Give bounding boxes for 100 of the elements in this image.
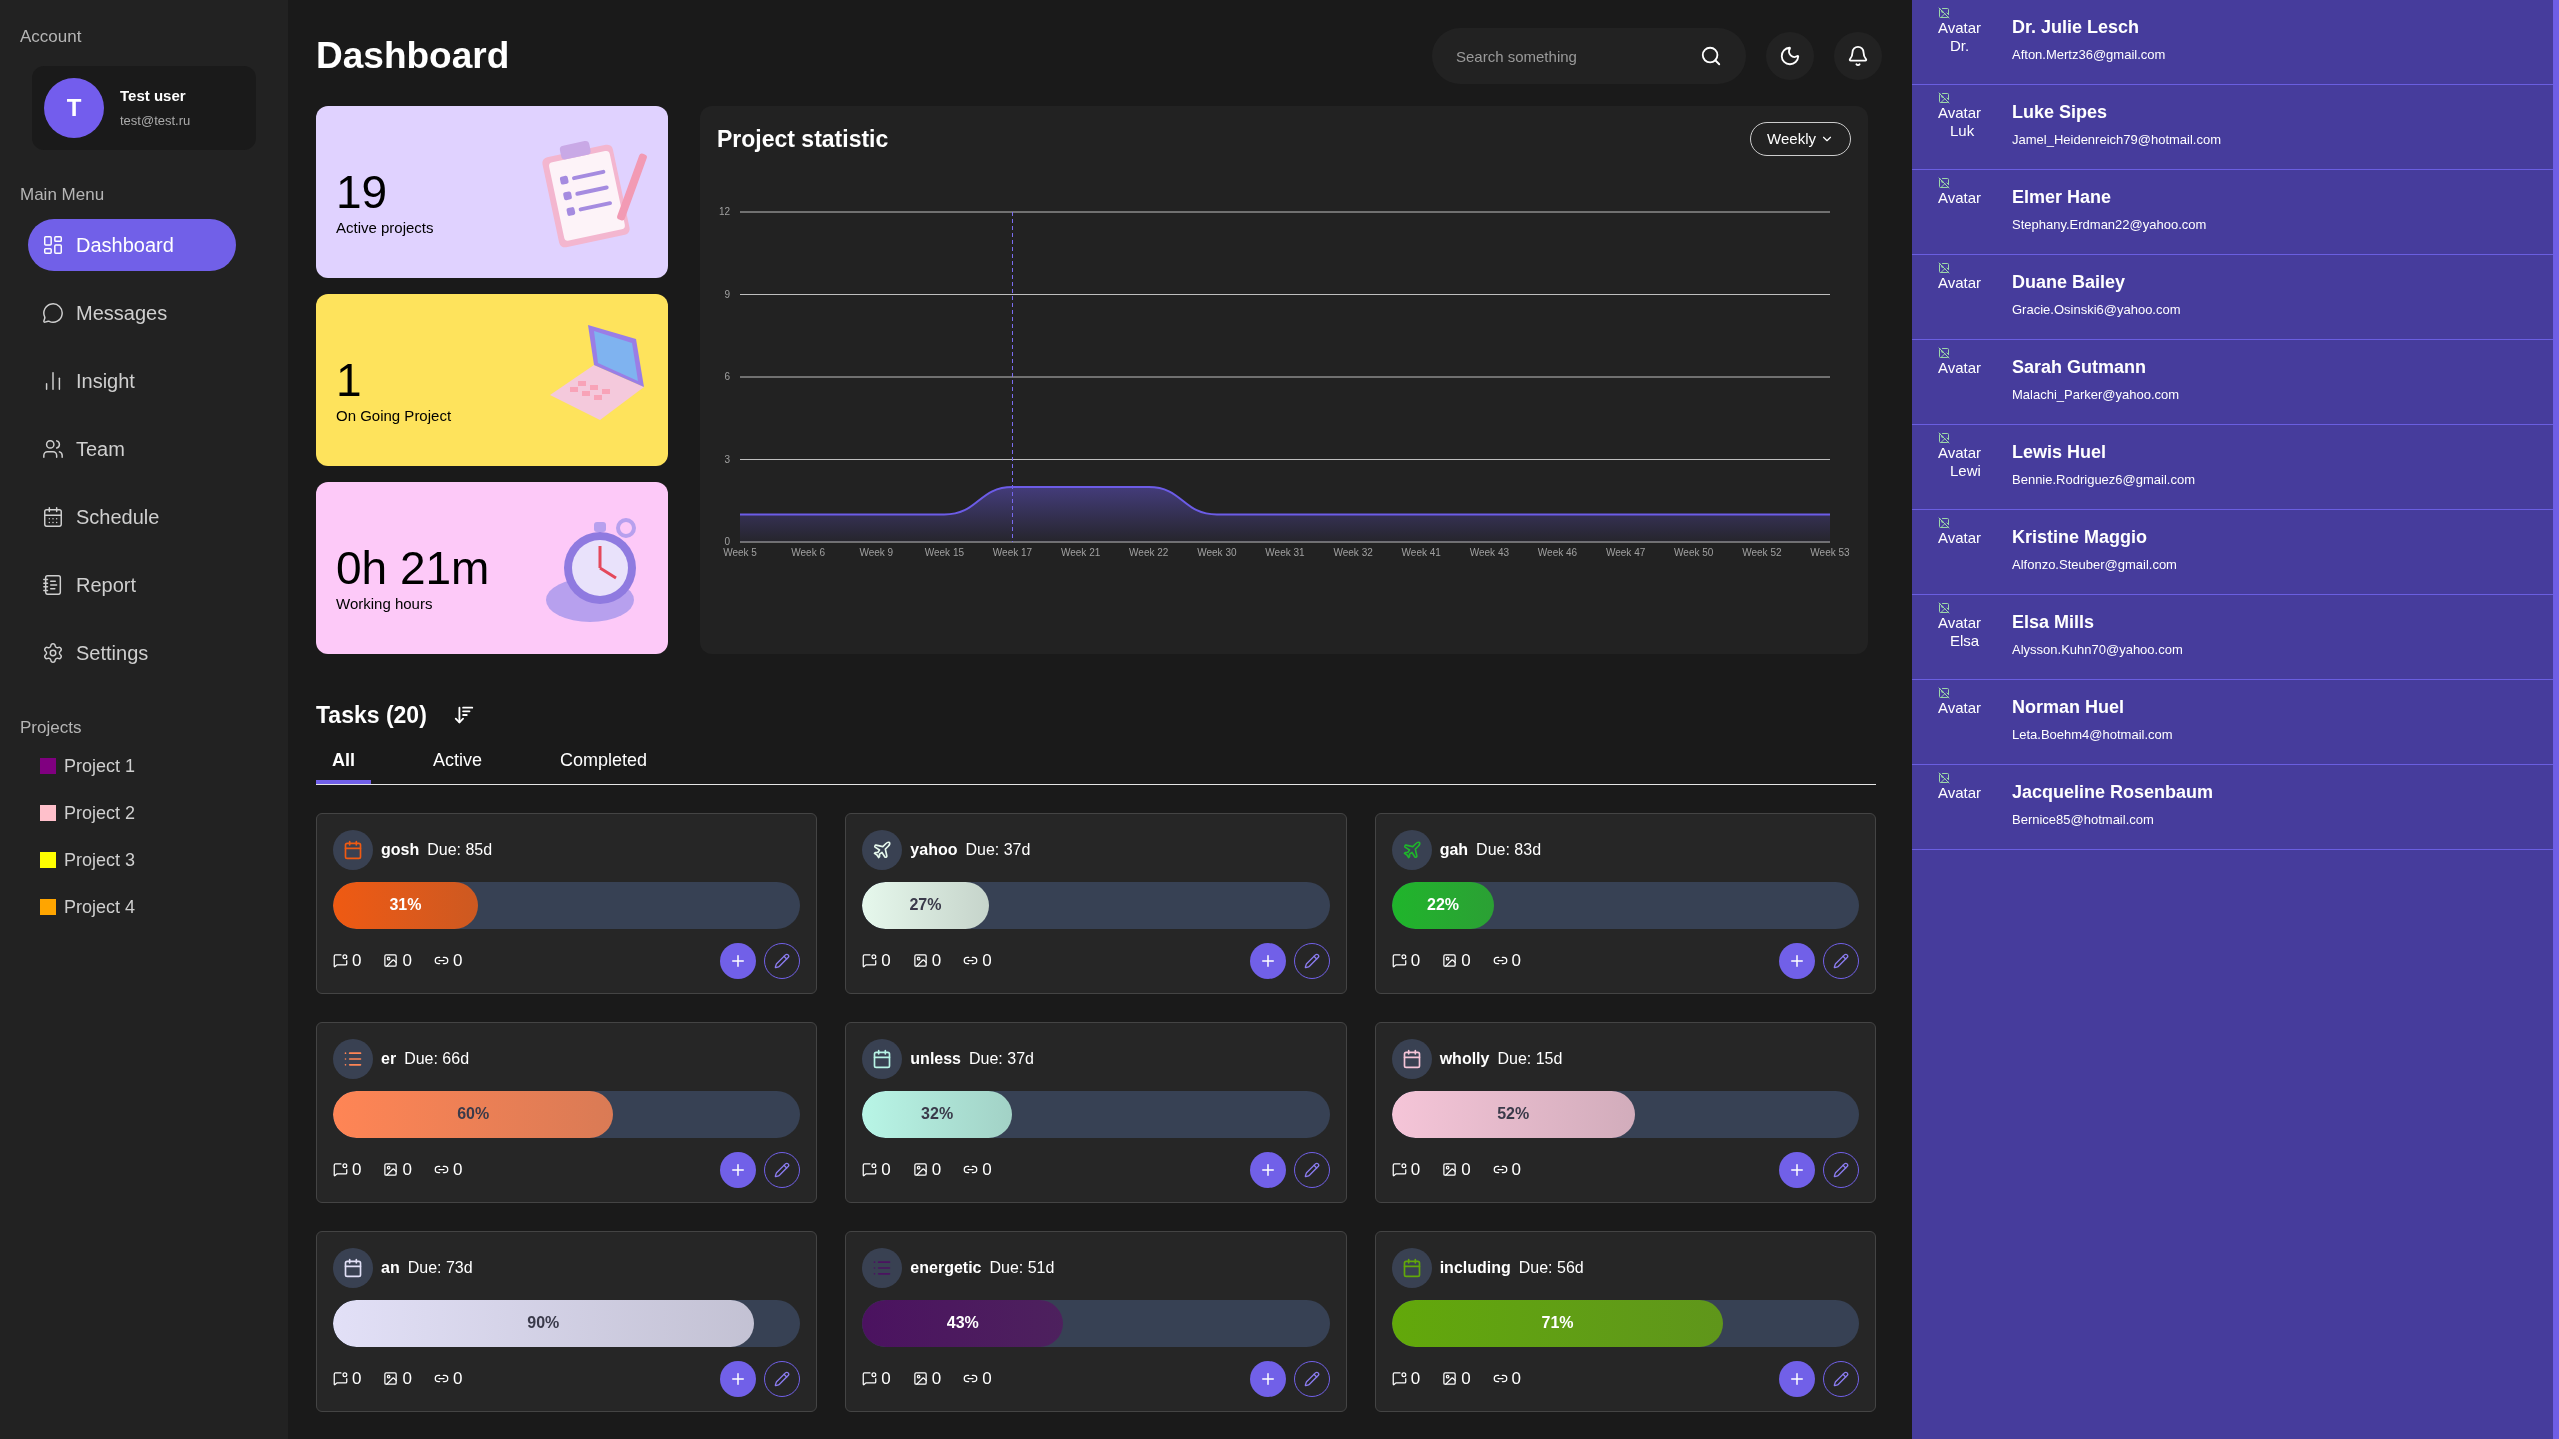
pencil-icon [1833,952,1849,969]
add-button[interactable] [720,942,757,979]
menu-item[interactable]: Report [28,559,236,611]
x-tick-label: Week 46 [1537,546,1578,558]
image-count: 0 [931,1367,942,1390]
person-row[interactable]: Avatar Dr. Dr. Julie Lesch Afton.Mertz36@gmail.com [1912,0,2553,85]
comment-count: 0 [881,1158,891,1181]
image-icon [1442,953,1458,968]
project-link[interactable]: Project 4 [64,893,136,921]
add-button[interactable] [1249,1360,1286,1397]
comment-icon [1391,953,1407,968]
calendar-icon [872,1048,893,1069]
task-tab[interactable]: Active [417,746,499,784]
comment-count: 0 [352,1367,362,1390]
project-link[interactable]: Project 2 [64,799,136,827]
image-count: 0 [1461,949,1471,972]
x-tick-label: Week 17 [992,546,1033,558]
project-link[interactable]: Project 1 [64,752,136,780]
menu-item[interactable]: Insight [28,355,236,407]
x-tick-label: Week 50 [1674,546,1714,558]
add-button[interactable] [720,1151,757,1188]
section-label: Account [20,26,83,48]
avatar-alt-text: Avatar [1938,614,1982,632]
person-name: Luke Sipes [2012,100,2109,124]
avatar-alt-text: Avatar [1938,19,1982,37]
add-button[interactable] [1249,1151,1286,1188]
menu-item[interactable]: Schedule [28,491,236,543]
comment-count: 0 [352,1158,362,1181]
task-name: yahoo [910,839,958,860]
broken-image-icon [1938,347,1950,359]
add-button[interactable] [1249,942,1286,979]
avatar-alt-text: Avatar [1938,189,1982,207]
person-row[interactable]: Avatar Kristine Maggio Alfonzo.Steuber@gmail.com [1912,510,2553,595]
task-name: gah [1439,839,1469,860]
progress-percent: 43% [946,1313,979,1333]
person-row[interactable]: Avatar Luk Luke Sipes Jamel_Heidenreich79@hotmail.com [1912,85,2553,170]
comment-count: 0 [881,949,891,972]
person-row[interactable]: Avatar Norman Huel Leta.Boehm4@hotmail.com [1912,680,2553,765]
person-email: Afton.Mertz36@gmail.com [2012,45,2166,64]
task-tab[interactable]: All [316,746,371,784]
task-due: Due: 51d [989,1257,1055,1278]
link-count: 0 [982,1367,992,1390]
menu-item[interactable]: Dashboard [28,219,236,271]
avatar-alt-text: Avatar [1938,359,1982,377]
menu-item[interactable]: Settings [28,627,236,679]
report-icon [42,574,64,596]
person-row[interactable]: Avatar Elmer Hane Stephany.Erdman22@yahoo.com [1912,170,2553,255]
x-tick-label: Week 21 [1061,546,1101,558]
pencil-icon [774,1161,791,1178]
task-tab[interactable]: Completed [544,746,664,784]
person-email: Gracie.Osinski6@yahoo.com [2012,300,2181,319]
y-tick-label: 3 [724,453,730,464]
calendar-icon [343,839,363,860]
person-row[interactable]: Avatar Sarah Gutmann Malachi_Parker@yahoo.com [1912,340,2553,425]
task-name: er [381,1048,397,1069]
comment-icon [1391,1371,1407,1386]
search-field[interactable]: Search something [1432,28,1746,84]
task-due: Due: 56d [1518,1257,1584,1278]
progress-percent: 52% [1497,1104,1530,1124]
person-email: Malachi_Parker@yahoo.com [2012,385,2180,404]
avatar-alt-text: Avatar [1938,784,1982,802]
pencil-icon [1303,952,1320,969]
add-button[interactable] [720,1360,757,1397]
image-icon [912,1162,928,1177]
comment-icon [333,1371,348,1386]
link-count: 0 [982,949,992,972]
comment-icon [862,1162,878,1177]
person-email: Bernice85@hotmail.com [2012,810,2155,829]
x-tick-label: Week 9 [859,546,894,558]
person-row[interactable]: Avatar Elsa Elsa Mills Alysson.Kuhn70@yahoo.com [1912,595,2553,680]
broken-image-icon [1938,262,1950,274]
user-avatar: T [44,77,104,138]
image-count: 0 [931,949,942,972]
progress-percent: 22% [1427,895,1460,915]
progress-percent: 60% [457,1104,490,1124]
theme-toggle-button[interactable] [1766,32,1814,80]
add-button[interactable] [1779,942,1815,979]
add-button[interactable] [1779,1151,1815,1188]
notifications-button[interactable] [1834,32,1882,80]
person-name: Duane Bailey [2012,270,2127,294]
avatar-caption: Elsa [1949,632,1980,650]
image-count: 0 [1461,1367,1471,1390]
menu-item[interactable]: Messages [28,287,236,339]
broken-image-icon [1938,7,1950,19]
project-link[interactable]: Project 3 [64,846,136,874]
add-button[interactable] [1779,1360,1815,1397]
person-row[interactable]: Avatar Jacqueline Rosenbaum Bernice85@hotmail.com [1912,765,2553,850]
team-icon [42,438,64,460]
task-due: Due: 66d [404,1048,470,1069]
menu-item[interactable]: Team [28,423,236,475]
person-email: Jamel_Heidenreich79@hotmail.com [2012,130,2221,149]
user-card[interactable]: T Test user test@test.ru [32,65,256,150]
person-row[interactable]: Avatar Lewi Lewis Huel Bennie.Rodriguez6@gmail.com [1912,425,2553,510]
calendar-icon [1401,1048,1422,1069]
task-due: Due: 85d [427,839,493,860]
person-row[interactable]: Avatar Duane Bailey Gracie.Osinski6@yahoo.com [1912,255,2553,340]
person-name: Elsa Mills [2012,610,2096,634]
image-count: 0 [402,1158,412,1181]
stat-label: Active projects [336,217,434,238]
task-name: an [381,1257,400,1278]
